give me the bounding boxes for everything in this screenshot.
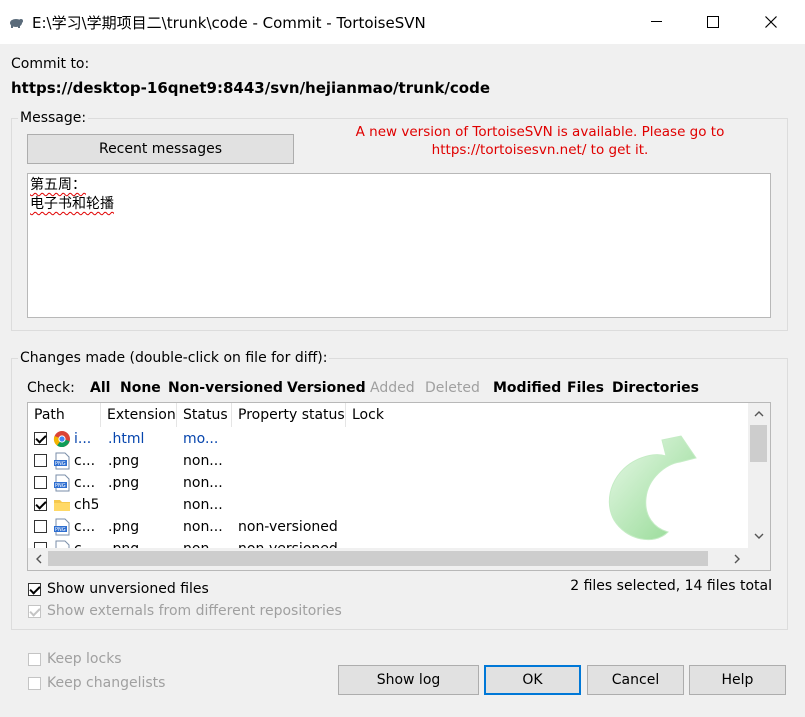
row-path-cell: c... (74, 453, 96, 469)
column-header-status[interactable]: Status (177, 403, 232, 427)
show-unversioned-checkbox[interactable] (28, 583, 41, 596)
row-prop-cell: non-versioned (238, 519, 338, 535)
window-title: E:\学习\学期项目二\trunk\code - Commit - Tortoi… (32, 14, 426, 32)
png-icon: PNG (54, 474, 70, 492)
svg-text:PNG: PNG (55, 527, 66, 533)
row-checkbox[interactable] (34, 520, 47, 533)
table-row[interactable]: ch5 non... (28, 494, 748, 516)
tortoise-icon (10, 19, 23, 28)
show-externals-label: Show externals from different repositori… (47, 603, 342, 619)
minimize-button[interactable] (627, 0, 685, 44)
row-checkbox[interactable] (34, 476, 47, 489)
help-button[interactable]: Help (689, 665, 786, 695)
changes-group-label: Changes made (double-click on file for d… (18, 350, 330, 366)
message-group-label: Message: (18, 110, 89, 126)
row-status-cell: non... (183, 475, 223, 491)
table-row[interactable]: PNG c... .png non... (28, 472, 748, 494)
check-nonversioned-link[interactable]: Non-versioned (168, 380, 283, 396)
message-line: 电子书和轮播 (30, 196, 114, 212)
check-modified-link[interactable]: Modified (493, 380, 561, 396)
row-status-cell: non... (183, 497, 223, 513)
row-status-cell: non... (183, 453, 223, 469)
column-header-lock[interactable]: Lock (346, 403, 748, 427)
row-ext-cell: .html (108, 431, 145, 447)
table-row[interactable]: PNG c... .png non... non-versioned (28, 516, 748, 538)
scrollbar-corner (748, 548, 770, 570)
row-ext-cell: .png (108, 475, 140, 491)
close-button[interactable] (742, 0, 800, 44)
check-all-link[interactable]: All (90, 380, 110, 396)
show-unversioned-label[interactable]: Show unversioned files (47, 581, 209, 597)
horizontal-scrollbar[interactable] (28, 548, 748, 570)
png-icon: PNG (54, 452, 70, 470)
check-directories-link[interactable]: Directories (612, 380, 699, 396)
row-path-cell: c... (74, 475, 96, 491)
row-path-cell: ch5 (74, 497, 98, 513)
commit-to-label: Commit to: (11, 56, 90, 72)
message-line: 第五周： (30, 177, 86, 193)
table-row[interactable]: PNG c... .png non... (28, 450, 748, 472)
scroll-up-icon[interactable] (754, 411, 764, 417)
check-deleted-link: Deleted (425, 380, 480, 396)
horizontal-scroll-thumb[interactable] (48, 551, 708, 566)
update-notice-line1: A new version of TortoiseSVN is availabl… (355, 124, 725, 140)
keep-changelists-checkbox (28, 677, 41, 690)
column-header-extension[interactable]: Extension (101, 403, 177, 427)
png-icon: PNG (54, 518, 70, 536)
scroll-left-icon[interactable] (36, 554, 42, 564)
svg-text:PNG: PNG (55, 461, 66, 467)
commit-url: https://desktop-16qnet9:8443/svn/hejianm… (11, 79, 491, 97)
row-ext-cell: .png (108, 519, 140, 535)
show-log-button[interactable]: Show log (338, 665, 479, 695)
title-bar: E:\学习\学期项目二\trunk\code - Commit - Tortoi… (0, 0, 805, 44)
changes-list[interactable]: Path Extension Status Property status Lo… (27, 402, 771, 571)
vertical-scroll-thumb[interactable] (750, 425, 767, 462)
svg-text:PNG: PNG (55, 483, 66, 489)
row-path-cell: c... (74, 519, 96, 535)
update-notice[interactable]: A new version of TortoiseSVN is availabl… (300, 123, 780, 159)
recent-messages-button[interactable]: Recent messages (27, 134, 294, 164)
check-none-link[interactable]: None (120, 380, 161, 396)
maximize-button[interactable] (684, 0, 742, 44)
scroll-right-icon[interactable] (734, 554, 740, 564)
scroll-down-icon[interactable] (754, 533, 764, 539)
maximize-icon (707, 16, 719, 28)
row-checkbox[interactable] (34, 432, 47, 445)
column-header-property-status[interactable]: Property status (232, 403, 346, 427)
row-path-cell: i... (74, 431, 92, 447)
table-row[interactable]: i... .html mo... (28, 428, 748, 450)
keep-locks-label: Keep locks (47, 651, 122, 667)
show-externals-checkbox (28, 605, 41, 618)
selection-summary: 2 files selected, 14 files total (570, 578, 772, 594)
minimize-icon (650, 21, 662, 22)
close-icon (765, 16, 777, 28)
row-checkbox[interactable] (34, 454, 47, 467)
row-status-cell: non... (183, 519, 223, 535)
message-input[interactable]: 第五周： 电子书和轮播 (27, 173, 771, 318)
keep-locks-checkbox (28, 653, 41, 666)
vertical-scrollbar[interactable] (748, 403, 770, 548)
ok-button[interactable]: OK (484, 665, 581, 695)
row-checkbox[interactable] (34, 498, 47, 511)
row-status-cell: mo... (183, 431, 219, 447)
keep-changelists-label: Keep changelists (47, 675, 166, 691)
check-versioned-link[interactable]: Versioned (287, 380, 366, 396)
update-notice-line2: https://tortoisesvn.net/ to get it. (431, 142, 649, 158)
check-files-link[interactable]: Files (567, 380, 604, 396)
row-ext-cell: .png (108, 453, 140, 469)
check-label: Check: (27, 380, 75, 396)
folder-icon (54, 500, 70, 511)
cancel-button[interactable]: Cancel (587, 665, 684, 695)
check-added-link: Added (370, 380, 415, 396)
chrome-icon (53, 431, 70, 448)
column-header-path[interactable]: Path (28, 403, 101, 427)
